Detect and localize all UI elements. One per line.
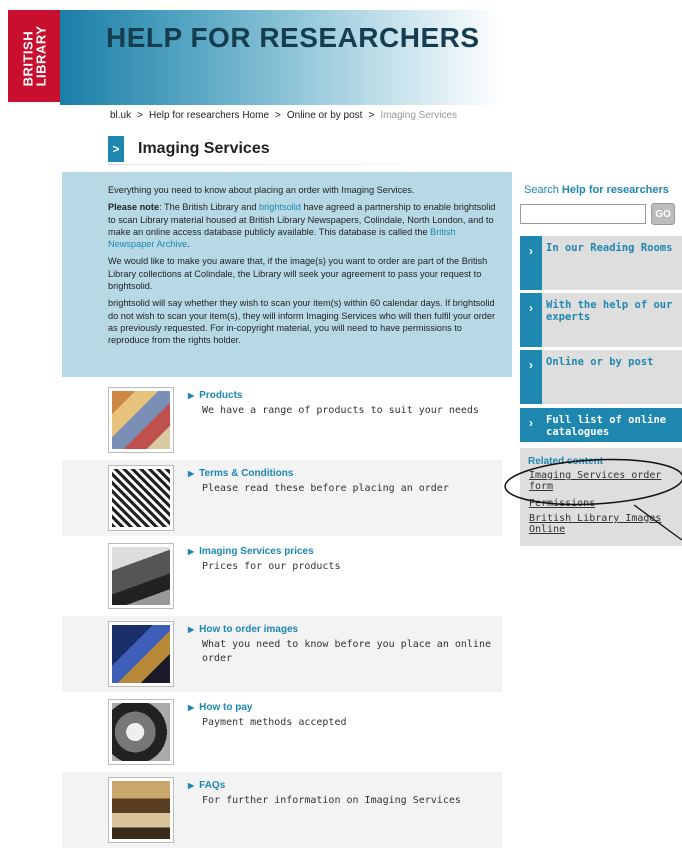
- nav-online-catalogues-label: Full list of online catalogues: [546, 414, 667, 438]
- breadcrumb-home[interactable]: bl.uk: [110, 110, 131, 121]
- go-button[interactable]: GO: [651, 203, 675, 225]
- logo-line-1: BRITISH: [20, 30, 36, 87]
- chevron-right-icon: ›: [520, 408, 542, 442]
- how-to-pay-link-label: How to pay: [199, 702, 253, 713]
- terms-description: Please read these before placing an orde…: [202, 483, 449, 494]
- search-input[interactable]: [520, 204, 646, 224]
- faqs-thumbnail[interactable]: [108, 777, 174, 843]
- nav-online-by-post[interactable]: › Online or by post: [520, 350, 682, 404]
- nav-experts-label: With the help of our experts: [546, 299, 673, 323]
- list-item-faqs: ▶ FAQs For further information on Imaging…: [62, 772, 502, 848]
- breadcrumb-online-by-post[interactable]: Online or by post: [287, 110, 363, 121]
- notice-text: .: [187, 239, 190, 250]
- notice-intro: Everything you need to know about placin…: [108, 185, 415, 195]
- how-to-pay-thumbnail[interactable]: [108, 699, 174, 765]
- notice-scan-terms: brightsolid will say whether they wish t…: [108, 298, 496, 346]
- breadcrumb-separator: >: [137, 110, 143, 121]
- products-description: We have a range of products to suit your…: [202, 405, 479, 416]
- notice-colindale: We would like to make you aware that, if…: [108, 256, 488, 292]
- breadcrumb: bl.uk > Help for researchers Home > Online o…: [110, 110, 457, 121]
- list-item-how-to-order: ▶ How to order images What you need to kn…: [62, 616, 502, 692]
- list-item-products: ▶ Products We have a range of products to…: [62, 382, 502, 458]
- terms-thumbnail[interactable]: [108, 465, 174, 531]
- prices-description: Prices for our products: [202, 561, 341, 572]
- prices-link-label: Imaging Services prices: [199, 546, 314, 557]
- page-title: Imaging Services: [138, 140, 270, 157]
- chevron-right-icon: ›: [520, 236, 542, 290]
- order-form-link[interactable]: Imaging Services order form: [529, 470, 679, 492]
- products-link[interactable]: ▶ Products: [188, 390, 243, 401]
- images-online-link[interactable]: British Library Images Online: [529, 513, 679, 535]
- how-to-pay-link[interactable]: ▶ How to pay: [188, 702, 253, 713]
- breadcrumb-help-home[interactable]: Help for researchers Home: [149, 110, 269, 121]
- faqs-link[interactable]: ▶ FAQs: [188, 780, 225, 791]
- products-link-label: Products: [199, 390, 243, 401]
- how-to-order-description: What you need to know before you place a…: [202, 639, 491, 664]
- notice-partnership: Please note: The British Library and bri…: [108, 201, 498, 250]
- page-title-row: > Imaging Services: [108, 136, 270, 162]
- prices-thumbnail[interactable]: [108, 543, 174, 609]
- products-thumbnail[interactable]: [108, 387, 174, 453]
- breadcrumb-separator: >: [368, 110, 375, 121]
- list-item-terms: ▶ Terms & Conditions Please read these be…: [62, 460, 502, 536]
- list-item-prices: ▶ Imaging Services prices Prices for our …: [62, 538, 502, 614]
- title-arrow-icon: >: [108, 136, 124, 162]
- notice-text: : The British Library and: [159, 202, 259, 213]
- title-divider: [108, 164, 498, 165]
- nav-experts[interactable]: › With the help of our experts: [520, 293, 682, 347]
- logo-line-2: LIBRARY: [33, 25, 49, 87]
- search-label-prefix: Search: [524, 184, 562, 196]
- prices-link[interactable]: ▶ Imaging Services prices: [188, 546, 314, 557]
- how-to-pay-description: Payment methods accepted: [202, 717, 347, 728]
- logo-text: BRITISH LIBRARY: [20, 25, 49, 87]
- terms-link-label: Terms & Conditions: [199, 468, 294, 479]
- list-item-how-to-pay: ▶ How to pay Payment methods accepted: [62, 694, 502, 770]
- notice-box: Everything you need to know about placin…: [62, 172, 512, 377]
- how-to-order-thumbnail[interactable]: [108, 621, 174, 687]
- nav-reading-rooms[interactable]: › In our Reading Rooms: [520, 236, 682, 290]
- brightsolid-link[interactable]: brightsolid: [259, 202, 301, 212]
- nav-reading-rooms-label: In our Reading Rooms: [546, 242, 673, 254]
- chevron-right-icon: ›: [520, 350, 542, 404]
- faqs-description: For further information on Imaging Servi…: [202, 795, 461, 806]
- faqs-link-label: FAQs: [199, 780, 226, 791]
- notice-please-note: Please note: [108, 202, 160, 213]
- site-title: HELP FOR RESEARCHERS: [106, 22, 480, 53]
- chevron-right-icon: ›: [520, 293, 542, 347]
- permissions-link[interactable]: Permissions: [529, 498, 679, 509]
- search-label: Search Help for researchers: [524, 184, 669, 196]
- search-label-scope: Help for researchers: [561, 184, 669, 196]
- terms-link[interactable]: ▶ Terms & Conditions: [188, 468, 293, 479]
- british-library-logo[interactable]: BRITISH LIBRARY: [8, 10, 60, 102]
- breadcrumb-separator: >: [275, 110, 281, 121]
- related-content-title: Related content: [528, 456, 604, 467]
- how-to-order-link-label: How to order images: [199, 624, 299, 635]
- related-content-panel: Related content Imaging Services order f…: [520, 448, 682, 546]
- breadcrumb-current: Imaging Services: [380, 110, 458, 121]
- nav-online-catalogues[interactable]: › Full list of online catalogues: [520, 408, 682, 442]
- nav-online-by-post-label: Online or by post: [546, 356, 654, 368]
- header-banner: HELP FOR RESEARCHERS: [60, 10, 500, 105]
- how-to-order-link[interactable]: ▶ How to order images: [188, 624, 298, 635]
